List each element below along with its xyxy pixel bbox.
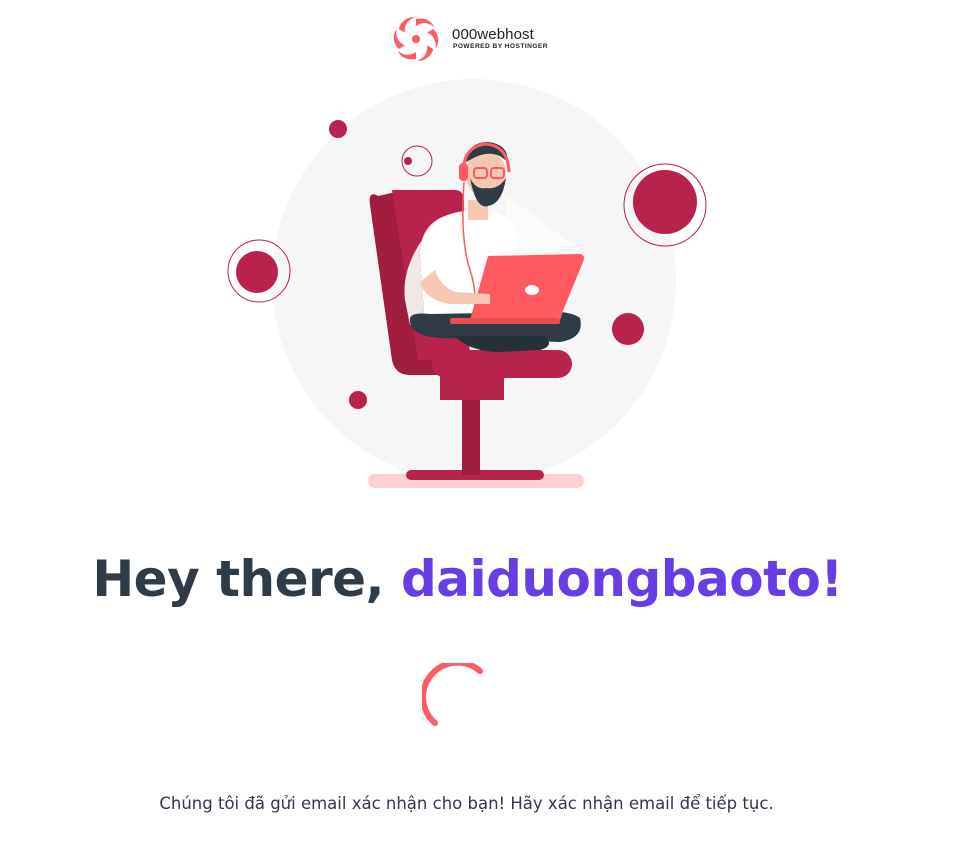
- decor-dot: [633, 170, 697, 234]
- decor-dot: [236, 251, 278, 293]
- confirmation-message: Chúng tôi đã gửi email xác nhận cho bạn!…: [159, 794, 774, 813]
- decor-dot: [349, 391, 367, 409]
- loading-spinner-icon: [422, 663, 483, 726]
- chair-seat: [432, 350, 572, 378]
- decor-dot: [612, 313, 644, 345]
- decor-dot: [329, 120, 347, 138]
- greeting-prefix: Hey there,: [92, 550, 401, 608]
- decor-dot: [404, 157, 412, 165]
- greeting-heading: Hey there, daiduongbaoto!: [0, 544, 935, 614]
- greeting-username: daiduongbaoto!: [400, 550, 843, 608]
- developer-illustration: [227, 79, 707, 488]
